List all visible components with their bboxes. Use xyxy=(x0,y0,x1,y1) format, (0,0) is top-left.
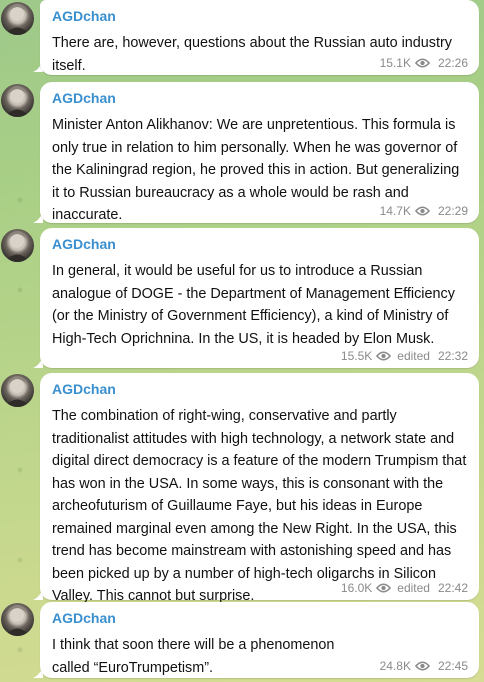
message-bubble[interactable]: AGDchan Minister Anton Alikhanov: We are… xyxy=(40,82,479,223)
author-name[interactable]: AGDchan xyxy=(52,7,468,25)
author-name[interactable]: AGDchan xyxy=(52,235,468,253)
eye-icon xyxy=(414,206,430,216)
message-bubble[interactable]: AGDchan The combination of right-wing, c… xyxy=(40,373,479,604)
message-text: In general, it would be useful for us to… xyxy=(52,263,455,347)
message-time: 22:26 xyxy=(437,56,468,70)
avatar[interactable] xyxy=(1,229,34,262)
eye-icon xyxy=(414,58,430,68)
eye-icon xyxy=(414,661,430,671)
message-meta: 16.0K edited 22:42 xyxy=(341,581,468,595)
view-count: 24.8K xyxy=(379,659,411,673)
message-time: 22:29 xyxy=(437,204,468,218)
message-bubble[interactable]: AGDchan I think that soon there will be … xyxy=(40,602,479,678)
message-bubble[interactable]: AGDchan There are, however, questions ab… xyxy=(40,0,479,75)
view-count: 16.0K xyxy=(340,581,373,595)
view-count: 15.5K xyxy=(340,349,373,363)
avatar[interactable] xyxy=(1,2,34,35)
edited-label: edited xyxy=(397,581,430,595)
avatar[interactable] xyxy=(1,603,34,636)
author-name[interactable]: AGDchan xyxy=(52,380,468,398)
message-meta: 14.7K 22:29 xyxy=(380,204,468,218)
message-time: 22:45 xyxy=(437,659,468,673)
view-count: 14.7K xyxy=(379,204,411,218)
edited-label: edited xyxy=(397,349,430,363)
eye-icon xyxy=(376,583,392,593)
message-meta: 24.8K 22:45 xyxy=(380,659,468,673)
message-time: 22:32 xyxy=(437,349,468,363)
message-meta: 15.5K edited 22:32 xyxy=(341,349,468,363)
avatar[interactable] xyxy=(1,374,34,407)
author-name[interactable]: AGDchan xyxy=(52,609,468,627)
message-text: There are, however, questions about the … xyxy=(52,35,452,74)
view-count: 15.1K xyxy=(379,56,411,70)
author-name[interactable]: AGDchan xyxy=(52,89,468,107)
message-meta: 15.1K 22:26 xyxy=(380,56,468,70)
message-text: I think that soon there will be a phenom… xyxy=(52,637,335,676)
message-text: The combination of right-wing, conservat… xyxy=(52,408,467,604)
eye-icon xyxy=(376,351,392,361)
avatar[interactable] xyxy=(1,84,34,117)
message-time: 22:42 xyxy=(437,581,468,595)
message-bubble[interactable]: AGDchan In general, it would be useful f… xyxy=(40,228,479,368)
